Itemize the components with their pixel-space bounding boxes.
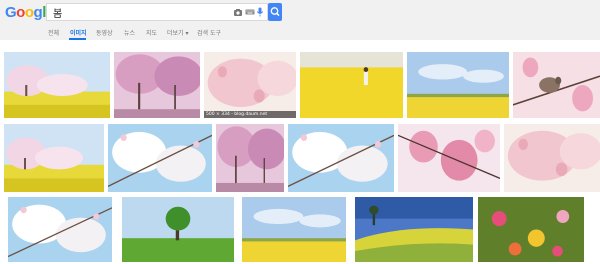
image-result-white-blossom-branch[interactable] xyxy=(8,197,112,262)
image-result-white-blossom-sky[interactable] xyxy=(108,124,212,192)
logo-letter: G xyxy=(5,4,17,21)
image-thumbnail xyxy=(122,197,234,262)
image-caption: 500 × 334 - blog.daum.net xyxy=(204,111,296,118)
image-thumbnail xyxy=(216,124,284,192)
top-bar: Google 봄 전체이미지동영상뉴스지도더보기 ▾검색 도구 xyxy=(0,0,600,41)
keyboard-icon[interactable] xyxy=(245,7,255,17)
tab-3[interactable]: 뉴스 xyxy=(124,28,135,37)
microphone-icon[interactable] xyxy=(256,7,264,17)
image-thumbnail xyxy=(513,52,600,118)
image-thumbnail xyxy=(407,52,509,118)
image-thumbnail xyxy=(8,197,112,262)
logo-letter: o xyxy=(24,4,34,21)
image-thumbnail xyxy=(398,124,500,192)
image-result-blossom-bokeh[interactable] xyxy=(288,124,394,192)
image-result-pink-cherry-closeup[interactable] xyxy=(398,124,500,192)
image-results-grid: 500 × 334 - blog.daum.net xyxy=(0,40,600,264)
image-result-cherry-tree-yellow-field[interactable] xyxy=(4,52,110,118)
tab-1[interactable]: 이미지 xyxy=(70,28,87,37)
tab-6[interactable]: 검색 도구 xyxy=(197,28,221,37)
image-result-rapeseed-blue-sky[interactable] xyxy=(407,52,509,118)
image-result-pink-blossom-soft[interactable]: 500 × 334 - blog.daum.net xyxy=(204,52,296,118)
image-result-pale-pink-tree[interactable] xyxy=(504,124,600,192)
image-thumbnail xyxy=(504,124,600,192)
image-thumbnail xyxy=(114,52,200,118)
image-result-pink-cherry-grove[interactable] xyxy=(114,52,200,118)
search-box[interactable]: 봄 xyxy=(46,3,268,21)
search-input[interactable]: 봄 xyxy=(53,5,62,20)
image-thumbnail xyxy=(108,124,212,192)
logo-letter: o xyxy=(16,4,25,21)
image-result-coastal-yellow-hill[interactable] xyxy=(355,197,473,262)
tab-2[interactable]: 동영상 xyxy=(96,28,113,37)
tab-4[interactable]: 지도 xyxy=(146,28,157,37)
camera-icon[interactable] xyxy=(233,7,243,17)
search-button[interactable] xyxy=(268,3,282,21)
image-thumbnail xyxy=(242,197,346,262)
image-result-yellow-field-trees[interactable] xyxy=(242,197,346,262)
tab-5[interactable]: 더보기 ▾ xyxy=(167,28,188,37)
image-thumbnail xyxy=(4,124,104,192)
image-result-cherry-path[interactable] xyxy=(216,124,284,192)
search-tabs: 전체 이미지 동영상 뉴스 지도 더보기 ▾ 검색 도구 xyxy=(0,22,600,40)
image-result-blossom-row-rapeseed[interactable] xyxy=(4,124,104,192)
image-thumbnail xyxy=(204,52,296,118)
image-thumbnail xyxy=(288,124,394,192)
image-thumbnail xyxy=(478,197,584,262)
search-icon xyxy=(270,7,280,17)
tab-0[interactable]: 전체 xyxy=(48,28,59,37)
logo-letter: g xyxy=(33,4,43,21)
image-result-girl-in-rapeseed-field[interactable] xyxy=(300,52,403,118)
image-result-lone-green-tree[interactable] xyxy=(122,197,234,262)
image-thumbnail xyxy=(355,197,473,262)
image-result-cosmos-flowers[interactable] xyxy=(478,197,584,262)
image-thumbnail xyxy=(300,52,403,118)
image-result-bird-among-blossoms[interactable] xyxy=(513,52,600,118)
image-thumbnail xyxy=(4,52,110,118)
